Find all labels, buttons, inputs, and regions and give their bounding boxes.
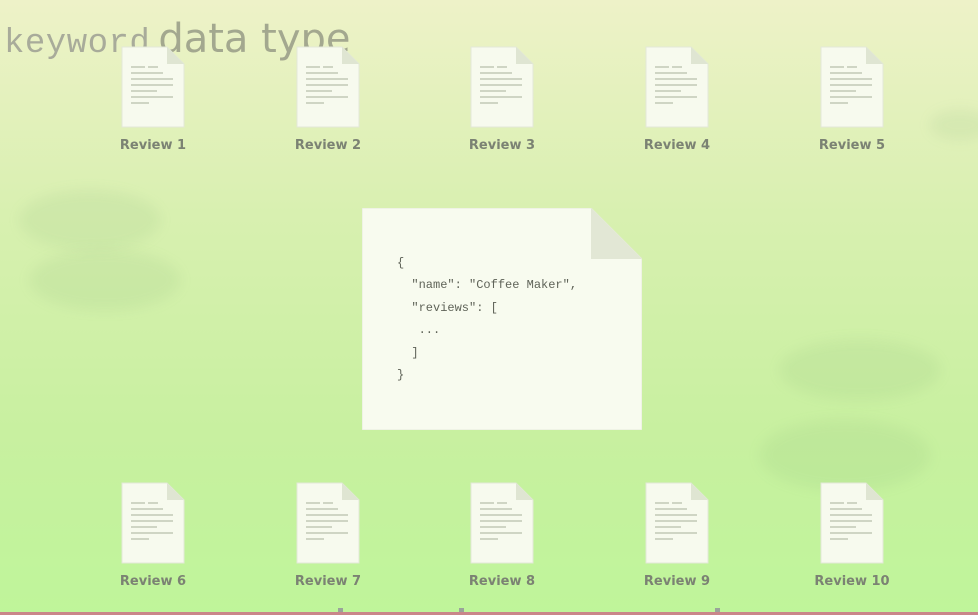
document-icon xyxy=(296,46,360,128)
document-review-4[interactable]: Review 4 xyxy=(617,46,737,153)
document-icon xyxy=(296,482,360,564)
code-line: ] xyxy=(397,345,419,360)
document-label: Review 10 xyxy=(814,574,890,589)
document-review-9[interactable]: Review 9 xyxy=(617,482,737,589)
background-blob xyxy=(20,190,160,250)
json-code: { "name": "Coffee Maker", "reviews": [ .… xyxy=(397,252,577,386)
background-blob xyxy=(780,340,940,400)
document-label: Review 1 xyxy=(119,138,187,153)
document-review-8[interactable]: Review 8 xyxy=(442,482,562,589)
document-icon xyxy=(470,46,534,128)
code-line: { xyxy=(397,256,405,270)
document-label: Review 9 xyxy=(643,574,711,589)
code-line: } xyxy=(397,368,405,383)
code-line: "name": "Coffee Maker", xyxy=(397,278,578,293)
timeline-tick xyxy=(338,608,343,612)
document-review-10[interactable]: Review 10 xyxy=(792,482,912,589)
document-review-7[interactable]: Review 7 xyxy=(268,482,388,589)
document-icon xyxy=(121,46,185,128)
json-card: { "name": "Coffee Maker", "reviews": [ .… xyxy=(362,208,642,430)
background-blob xyxy=(760,420,930,490)
background-blob xyxy=(30,250,180,310)
background-blob xyxy=(930,110,978,140)
document-icon xyxy=(645,482,709,564)
code-line: "reviews": [ xyxy=(397,300,498,315)
document-label: Review 7 xyxy=(294,574,362,589)
document-review-6[interactable]: Review 6 xyxy=(93,482,213,589)
document-review-2[interactable]: Review 2 xyxy=(268,46,388,153)
timeline-tick xyxy=(459,608,464,612)
document-review-1[interactable]: Review 1 xyxy=(93,46,213,153)
document-icon xyxy=(645,46,709,128)
code-line: ... xyxy=(397,323,441,338)
document-label: Review 3 xyxy=(468,138,536,153)
timeline-tick xyxy=(715,608,720,612)
document-label: Review 5 xyxy=(818,138,886,153)
document-icon xyxy=(121,482,185,564)
document-label: Review 2 xyxy=(294,138,362,153)
document-label: Review 6 xyxy=(119,574,187,589)
document-review-5[interactable]: Review 5 xyxy=(792,46,912,153)
document-review-3[interactable]: Review 3 xyxy=(442,46,562,153)
document-label: Review 8 xyxy=(468,574,536,589)
document-icon xyxy=(470,482,534,564)
document-icon xyxy=(820,482,884,564)
document-icon xyxy=(820,46,884,128)
document-label: Review 4 xyxy=(643,138,711,153)
